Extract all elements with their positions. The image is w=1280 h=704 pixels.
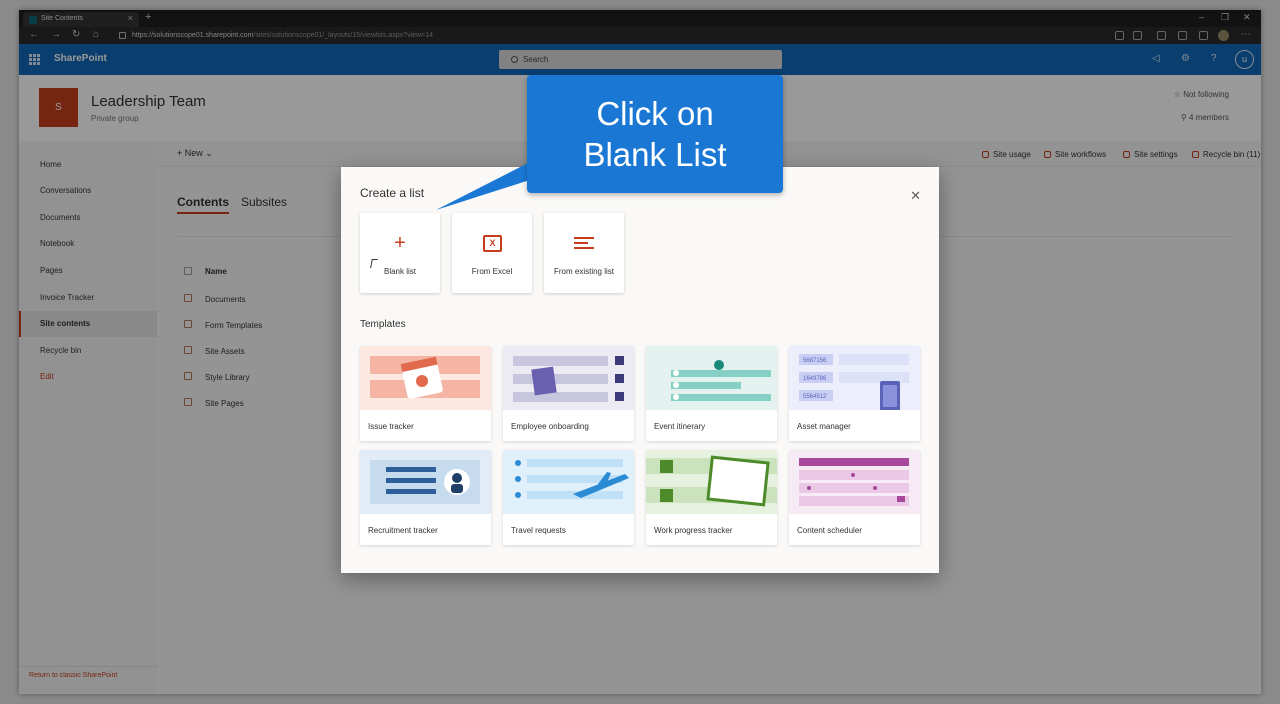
from-excel-label: From Excel [471,267,513,276]
excel-icon: X [483,235,502,252]
asset-number: 5687156 [803,358,827,364]
template-label: Asset manager [797,422,851,431]
create-list-dialog: Create a list ✕ + Blank list X From Exce… [341,167,939,573]
work-progress-tracker-illustration [646,450,777,514]
template-label: Recruitment tracker [368,526,438,535]
blank-list-card[interactable]: + Blank list [360,213,440,293]
callout-pointer [436,162,536,210]
dialog-title: Create a list [360,186,425,200]
template-label: Event itinerary [654,422,706,431]
template-issue-tracker[interactable]: Issue tracker [360,346,491,441]
template-label: Issue tracker [368,422,414,431]
template-work-progress-tracker[interactable]: Work progress tracker [646,450,777,545]
template-recruitment-tracker[interactable]: Recruitment tracker [360,450,491,545]
asset-manager-illustration: 5687156 1649786 5564512 [789,346,920,410]
template-travel-requests[interactable]: Travel requests [503,450,634,545]
recruitment-tracker-illustration [360,450,491,514]
template-asset-manager[interactable]: 5687156 1649786 5564512 Asset manager [789,346,920,441]
template-label: Travel requests [511,526,566,535]
callout-line-1: Click on [596,95,714,132]
templates-heading: Templates [360,319,406,330]
employee-onboarding-illustration [503,346,634,410]
content-scheduler-illustration [789,450,920,514]
template-content-scheduler[interactable]: Content scheduler [789,450,920,545]
list-lines-icon [574,237,594,249]
plus-icon: + [394,232,406,254]
callout-line-2: Blank List [583,136,727,173]
tutorial-callout: Click on Blank List [527,75,783,193]
asset-number: 5564512 [803,394,827,400]
asset-number: 1649786 [803,376,827,382]
travel-requests-illustration [503,450,634,514]
template-label: Content scheduler [797,526,862,535]
close-icon[interactable]: ✕ [910,188,921,204]
from-excel-card[interactable]: X From Excel [452,213,532,293]
callout-text: Click on Blank List [527,93,783,175]
template-event-itinerary[interactable]: Event itinerary [646,346,777,441]
template-employee-onboarding[interactable]: Employee onboarding [503,346,634,441]
event-itinerary-illustration [646,346,777,410]
blank-list-label: Blank list [383,267,416,276]
issue-tracker-illustration [360,346,491,410]
from-existing-list-card[interactable]: From existing list [544,213,624,293]
from-existing-list-label: From existing list [553,267,614,276]
template-label: Work progress tracker [654,526,733,535]
template-label: Employee onboarding [511,422,589,431]
